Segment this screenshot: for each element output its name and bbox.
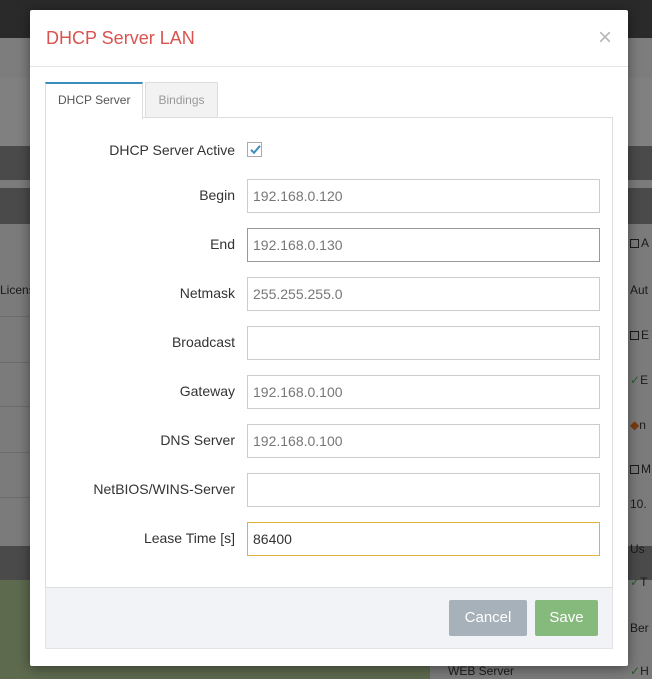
end-input[interactable] [247, 228, 600, 262]
bg-right-item: Ber [630, 621, 649, 635]
check-icon [250, 145, 261, 155]
begin-label: Begin [199, 187, 235, 203]
bg-right-item: E [626, 328, 652, 342]
dns-server-input[interactable] [247, 424, 600, 458]
form-row-end: End [46, 228, 614, 262]
form-row-netmask: Netmask [46, 277, 614, 311]
dhcp-active-checkbox[interactable] [247, 142, 262, 157]
netmask-label: Netmask [179, 285, 235, 301]
netmask-input[interactable] [247, 277, 600, 311]
lease-time-label: Lease Time [s] [143, 530, 235, 546]
dhcp-server-modal: DHCP Server LAN × DHCP Server Bindings D… [30, 10, 628, 666]
form-row-broadcast: Broadcast [46, 326, 614, 360]
check-icon: ✓ [630, 575, 641, 589]
bg-right-item: A [626, 236, 652, 250]
bg-right-item: ✓H [630, 664, 649, 678]
broadcast-input[interactable] [247, 326, 600, 360]
shield-icon: ◆ [630, 418, 640, 432]
bg-web-server-label: WEB Server [448, 664, 515, 678]
form-row-begin: Begin [46, 179, 614, 213]
begin-input[interactable] [247, 179, 600, 213]
save-button[interactable]: Save [535, 600, 598, 636]
form-row-gateway: Gateway [46, 375, 614, 409]
modal-header: DHCP Server LAN × [30, 10, 628, 67]
end-label: End [210, 236, 235, 252]
form-row-netbios-wins: NetBIOS/WINS-Server [46, 473, 614, 507]
bg-right-item: Aut [630, 283, 649, 297]
checkbox-icon [630, 239, 639, 248]
form-row-lease-time: Lease Time [s] [46, 522, 614, 556]
gateway-label: Gateway [179, 383, 235, 399]
form-row-dns-server: DNS Server [46, 424, 614, 458]
dns-server-label: DNS Server [160, 432, 235, 448]
check-icon: ✓ [630, 373, 641, 387]
bg-right-item: ◆n [630, 418, 646, 432]
dhcp-settings-form: DHCP Server Active Begin End Netmask Bro… [45, 117, 613, 588]
lease-time-input[interactable] [247, 522, 600, 556]
modal-title: DHCP Server LAN [46, 28, 195, 48]
cancel-button[interactable]: Cancel [449, 600, 527, 636]
dhcp-active-label: DHCP Server Active [109, 142, 235, 158]
checkbox-icon [630, 465, 639, 474]
close-icon[interactable]: × [598, 26, 612, 50]
netbios-wins-label: NetBIOS/WINS-Server [93, 481, 235, 497]
check-icon: ✓ [630, 664, 641, 678]
bg-right-item: M [626, 462, 652, 476]
bg-right-item: ✓T [630, 575, 648, 589]
tab-dhcp-server[interactable]: DHCP Server [45, 82, 144, 119]
tab-bar: DHCP Server Bindings [45, 82, 220, 119]
gateway-input[interactable] [247, 375, 600, 409]
netbios-wins-input[interactable] [247, 473, 600, 507]
checkbox-icon [630, 331, 639, 340]
bg-right-item: 10. [630, 497, 647, 511]
modal-footer: Cancel Save [45, 588, 613, 649]
tab-bindings[interactable]: Bindings [145, 82, 218, 118]
form-row-active: DHCP Server Active [46, 136, 614, 170]
bg-right-item: Us [630, 542, 645, 556]
bg-right-item: ✓E [630, 373, 649, 387]
broadcast-label: Broadcast [171, 334, 235, 350]
